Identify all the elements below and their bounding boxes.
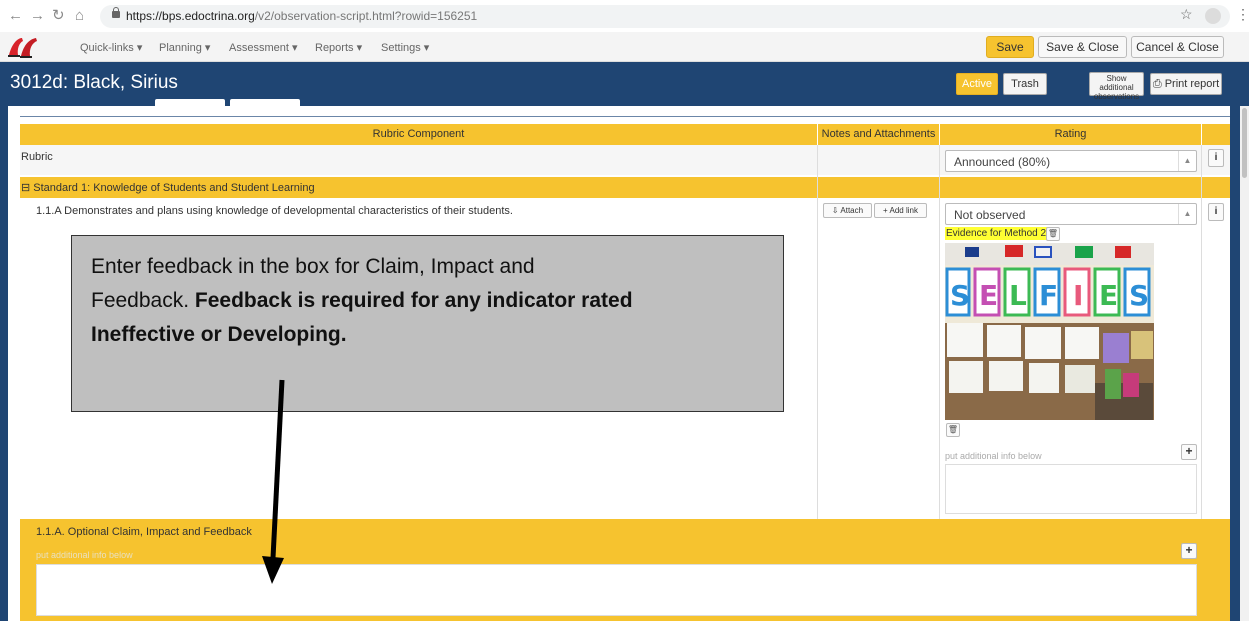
home-icon[interactable]: ⌂ [75, 7, 84, 25]
col-header-rating: Rating [940, 124, 1201, 145]
info-button[interactable]: i [1208, 149, 1224, 167]
chevron-down-icon: ▲ [1178, 204, 1196, 224]
rubric-label: Rubric [21, 151, 53, 163]
scrollbar-thumb[interactable] [1242, 108, 1247, 178]
svg-text:E: E [979, 279, 998, 312]
optional-claim-title: 1.1.A. Optional Claim, Impact and Feedba… [36, 526, 252, 538]
print-report-label: Print report [1164, 78, 1220, 90]
menu-settings[interactable]: Settings ▾ [381, 41, 429, 54]
callout-line-3-bold: Ineffective or Developing. [91, 323, 347, 346]
divider [817, 145, 818, 519]
show-additional-observations-button[interactable]: Show additional observations [1089, 72, 1144, 101]
col-header-rubric-component: Rubric Component [20, 124, 817, 145]
instruction-callout: Enter feedback in the box for Claim, Imp… [71, 235, 784, 412]
rubric-select[interactable]: Announced (80%) ▲ [945, 150, 1197, 172]
reload-icon[interactable]: ↻ [52, 7, 65, 25]
col-header-info [1202, 124, 1230, 145]
optional-info-hint: put additional info below [36, 550, 133, 560]
save-close-button[interactable]: Save & Close [1038, 36, 1127, 58]
trash-icon[interactable]: 🗑 [1046, 227, 1060, 241]
cancel-close-button[interactable]: Cancel & Close [1131, 36, 1224, 58]
info-icon: i [1214, 206, 1218, 217]
menu-planning[interactable]: Planning ▾ [159, 41, 210, 54]
menu-reports[interactable]: Reports ▾ [315, 41, 362, 54]
menu-assessment[interactable]: Assessment ▾ [229, 41, 298, 54]
rating-select-value: Not observed [954, 208, 1026, 222]
rating-select[interactable]: Not observed ▲ [945, 203, 1197, 225]
evidence-photo[interactable]: S E L F I E S [945, 243, 1154, 420]
claim-impact-feedback-textbox[interactable] [36, 564, 1197, 616]
app-navbar: Quick-links ▾ Planning ▾ Assessment ▾ Re… [0, 32, 1249, 62]
address-bar[interactable]: https://bps.edoctrina.org/v2/observation… [100, 5, 1230, 28]
lock-icon [112, 7, 120, 20]
profile-icon[interactable] [1205, 8, 1221, 24]
svg-text:E: E [1099, 279, 1118, 312]
attach-icon: ⇩ [831, 206, 839, 215]
col-header-notes: Notes and Attachments [818, 124, 939, 145]
divider [939, 145, 940, 519]
frame-left [0, 106, 8, 621]
attach-label: Attach [840, 206, 864, 215]
attach-button[interactable]: ⇩ Attach [823, 203, 872, 218]
forward-arrow-icon[interactable]: → [30, 7, 45, 25]
trash-tab-button[interactable]: Trash [1003, 73, 1047, 95]
svg-text:S: S [950, 279, 970, 312]
kebab-menu-icon[interactable]: ⋮ [1236, 6, 1249, 23]
rubric-select-value: Announced (80%) [954, 155, 1051, 169]
partial-button [155, 99, 225, 106]
print-icon: ⎙ [1152, 78, 1162, 90]
frame-right [1230, 106, 1240, 621]
indicator-text: 1.1.A Demonstrates and plans using knowl… [36, 205, 513, 217]
additional-info-textbox[interactable] [945, 464, 1197, 514]
url-text: https://bps.edoctrina.org/v2/observation… [126, 9, 478, 23]
add-link-button[interactable]: + Add link [874, 203, 927, 218]
callout-line-2-bold: Feedback is required for any indicator r… [194, 289, 633, 312]
svg-text:I: I [1073, 279, 1083, 312]
svg-text:S: S [1129, 279, 1149, 312]
callout-text: Enter feedback in the box for Claim, Imp… [91, 250, 633, 352]
standard-label[interactable]: ⊟ Standard 1: Knowledge of Students and … [21, 181, 315, 194]
chevron-down-icon: ▲ [1178, 151, 1196, 171]
menu-quick-links[interactable]: Quick-links ▾ [80, 41, 142, 54]
partial-button [230, 99, 300, 106]
add-optional-info-button[interactable]: + [1181, 543, 1197, 559]
trash-icon[interactable]: 🗑 [946, 423, 960, 437]
callout-line-1: Enter feedback in the box for Claim, Imp… [91, 255, 535, 278]
callout-line-2: Feedback. [91, 289, 190, 312]
info-button[interactable]: i [1208, 203, 1224, 221]
back-arrow-icon[interactable]: ← [8, 7, 23, 25]
browser-toolbar: ← → ↻ ⌂ https://bps.edoctrina.org/v2/obs… [0, 0, 1249, 32]
evidence-tag[interactable]: Evidence for Method 2. [945, 227, 1050, 240]
page-title: 3012d: Black, Sirius [10, 72, 178, 93]
svg-text:F: F [1039, 279, 1058, 312]
additional-info-hint: put additional info below [945, 451, 1042, 461]
star-icon[interactable]: ☆ [1180, 6, 1193, 23]
plus-icon: + [1185, 444, 1193, 458]
save-button[interactable]: Save [986, 36, 1034, 58]
plus-icon: + [1185, 543, 1193, 557]
info-icon: i [1214, 152, 1218, 163]
selfie-letters: S E L F I E S [945, 267, 1151, 317]
scrollbar[interactable] [1240, 106, 1249, 621]
add-info-button[interactable]: + [1181, 444, 1197, 460]
divider [20, 116, 1230, 117]
svg-text:L: L [1009, 279, 1027, 312]
callout-arrow-icon [262, 379, 285, 584]
logo-shoes-icon[interactable] [6, 35, 42, 59]
divider [1201, 145, 1202, 519]
print-report-button[interactable]: ⎙ Print report [1150, 73, 1222, 95]
active-tab-button[interactable]: Active [956, 73, 998, 95]
